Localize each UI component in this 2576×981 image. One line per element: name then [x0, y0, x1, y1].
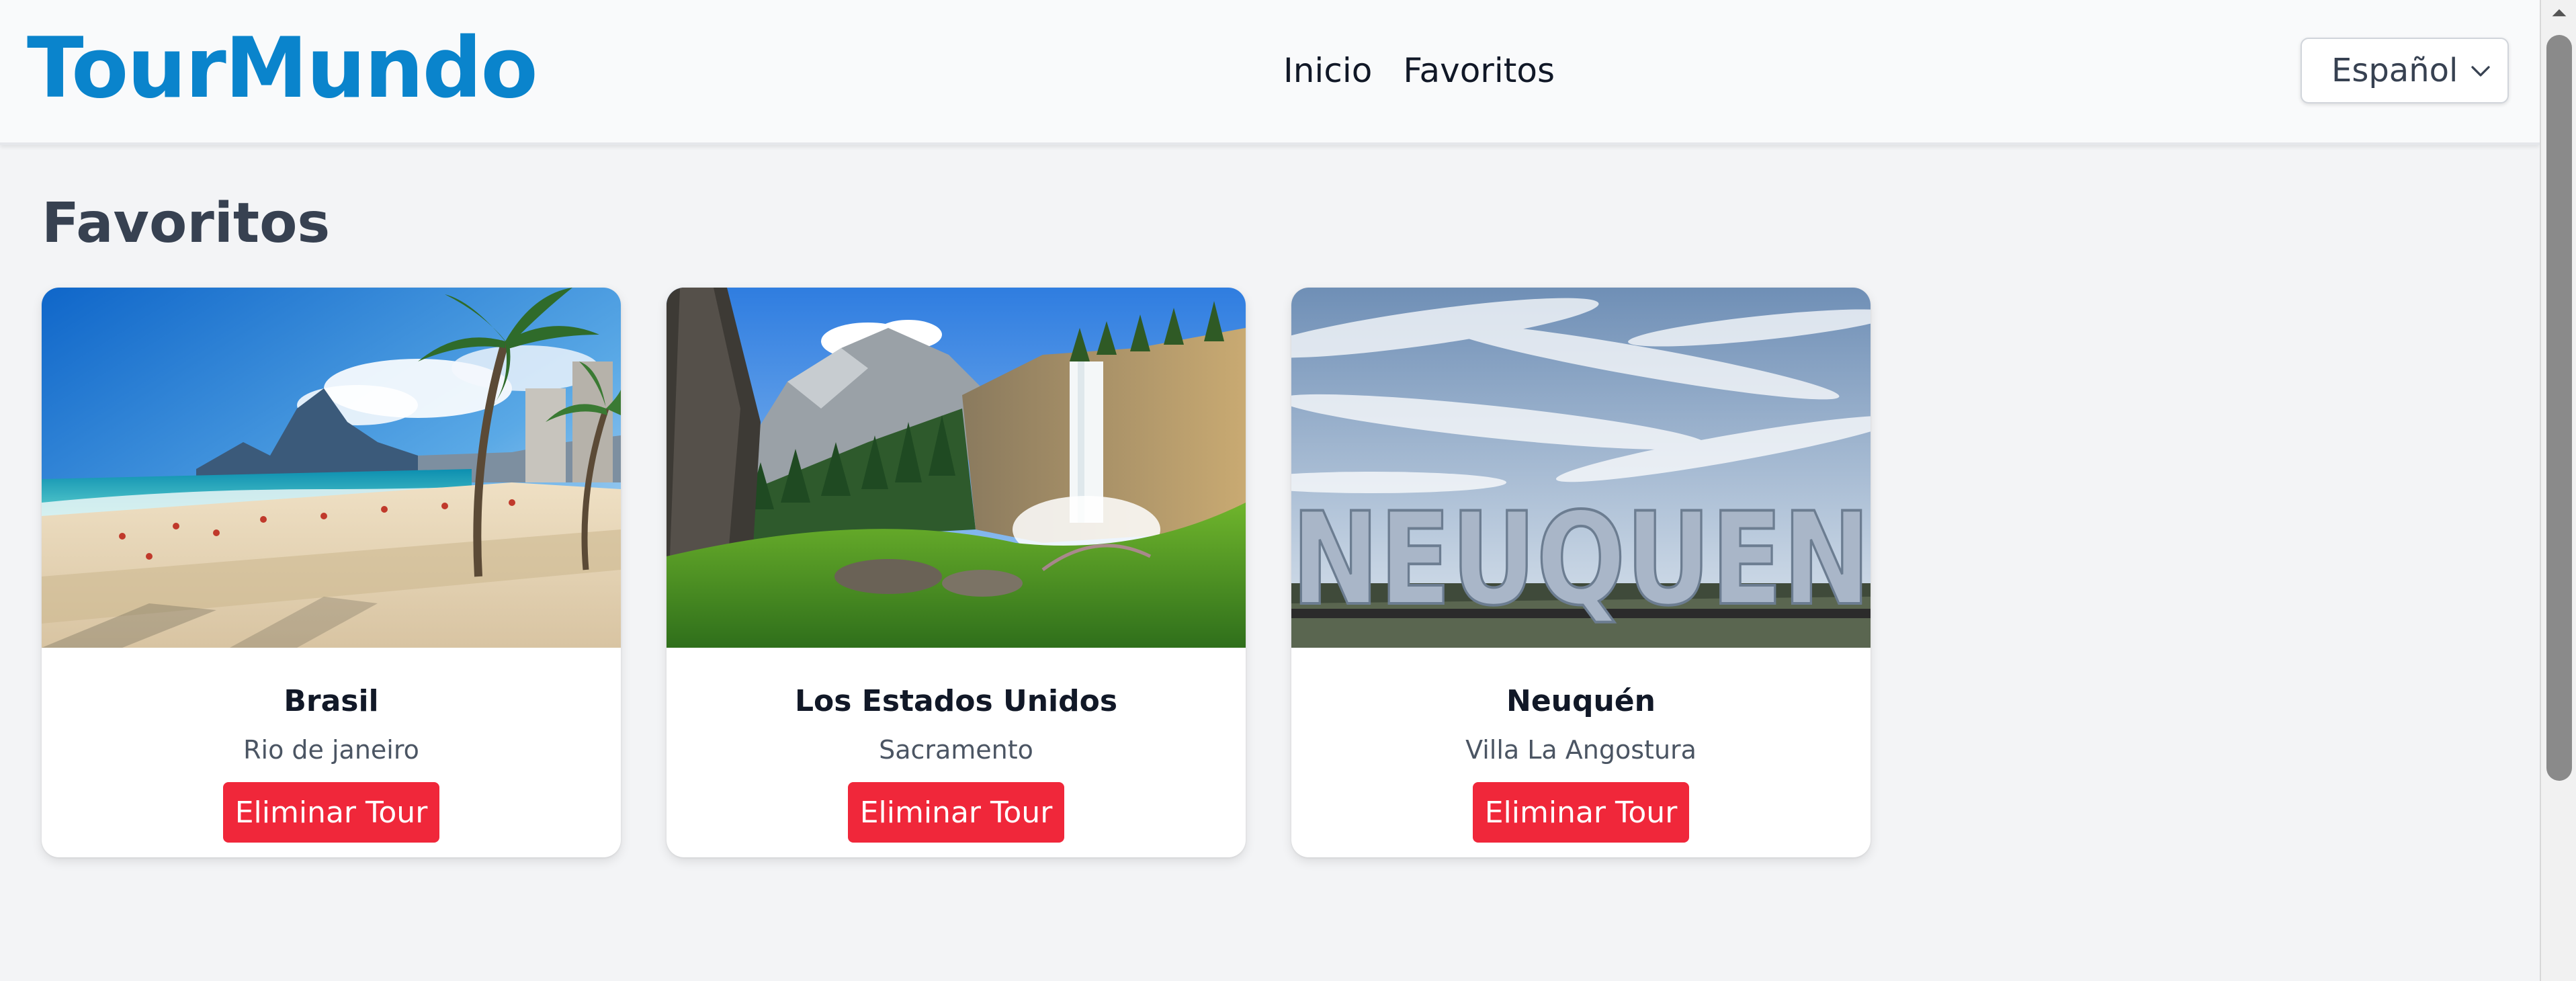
remove-tour-button[interactable]: Eliminar Tour — [848, 782, 1064, 843]
nav-link-favoritos[interactable]: Favoritos — [1403, 51, 1555, 90]
scrollbar-thumb[interactable] — [2546, 35, 2572, 781]
language-select[interactable]: Español — [2301, 38, 2509, 103]
chevron-down-icon — [2471, 66, 2490, 77]
top-navbar: TourMundo Inicio Favoritos Español — [0, 0, 2540, 145]
tour-card-brasil: Brasil Rio de janeiro Eliminar Tour — [42, 288, 621, 857]
tour-image-beach — [42, 288, 621, 648]
card-title: Los Estados Unidos — [794, 684, 1118, 718]
card-subtitle: Rio de janeiro — [243, 735, 419, 765]
vertical-scrollbar[interactable] — [2540, 0, 2576, 981]
neuquen-sign-letters: NEUQUEN — [1291, 485, 1871, 634]
page: TourMundo Inicio Favoritos Español Favor… — [0, 0, 2576, 981]
scroll-up-arrow-icon[interactable] — [2550, 4, 2568, 22]
main-nav: Inicio Favoritos — [1283, 51, 1555, 90]
site-logo[interactable]: TourMundo — [27, 27, 538, 110]
language-select-value: Español — [2331, 52, 2458, 89]
tour-image-waterfall — [667, 288, 1246, 648]
card-title: Neuquén — [1506, 684, 1656, 718]
tour-card-estados-unidos: Los Estados Unidos Sacramento Eliminar T… — [667, 288, 1246, 857]
page-title: Favoritos — [42, 191, 331, 255]
tour-card-neuquen: NEUQUEN Neuquén Villa La Angostura Elimi… — [1291, 288, 1871, 857]
card-title: Brasil — [284, 684, 379, 718]
card-subtitle: Sacramento — [879, 735, 1033, 765]
card-subtitle: Villa La Angostura — [1465, 735, 1697, 765]
nav-link-inicio[interactable]: Inicio — [1283, 51, 1372, 90]
remove-tour-button[interactable]: Eliminar Tour — [223, 782, 439, 843]
remove-tour-button[interactable]: Eliminar Tour — [1473, 782, 1689, 843]
tour-image-neuquen-sign: NEUQUEN — [1291, 288, 1871, 648]
